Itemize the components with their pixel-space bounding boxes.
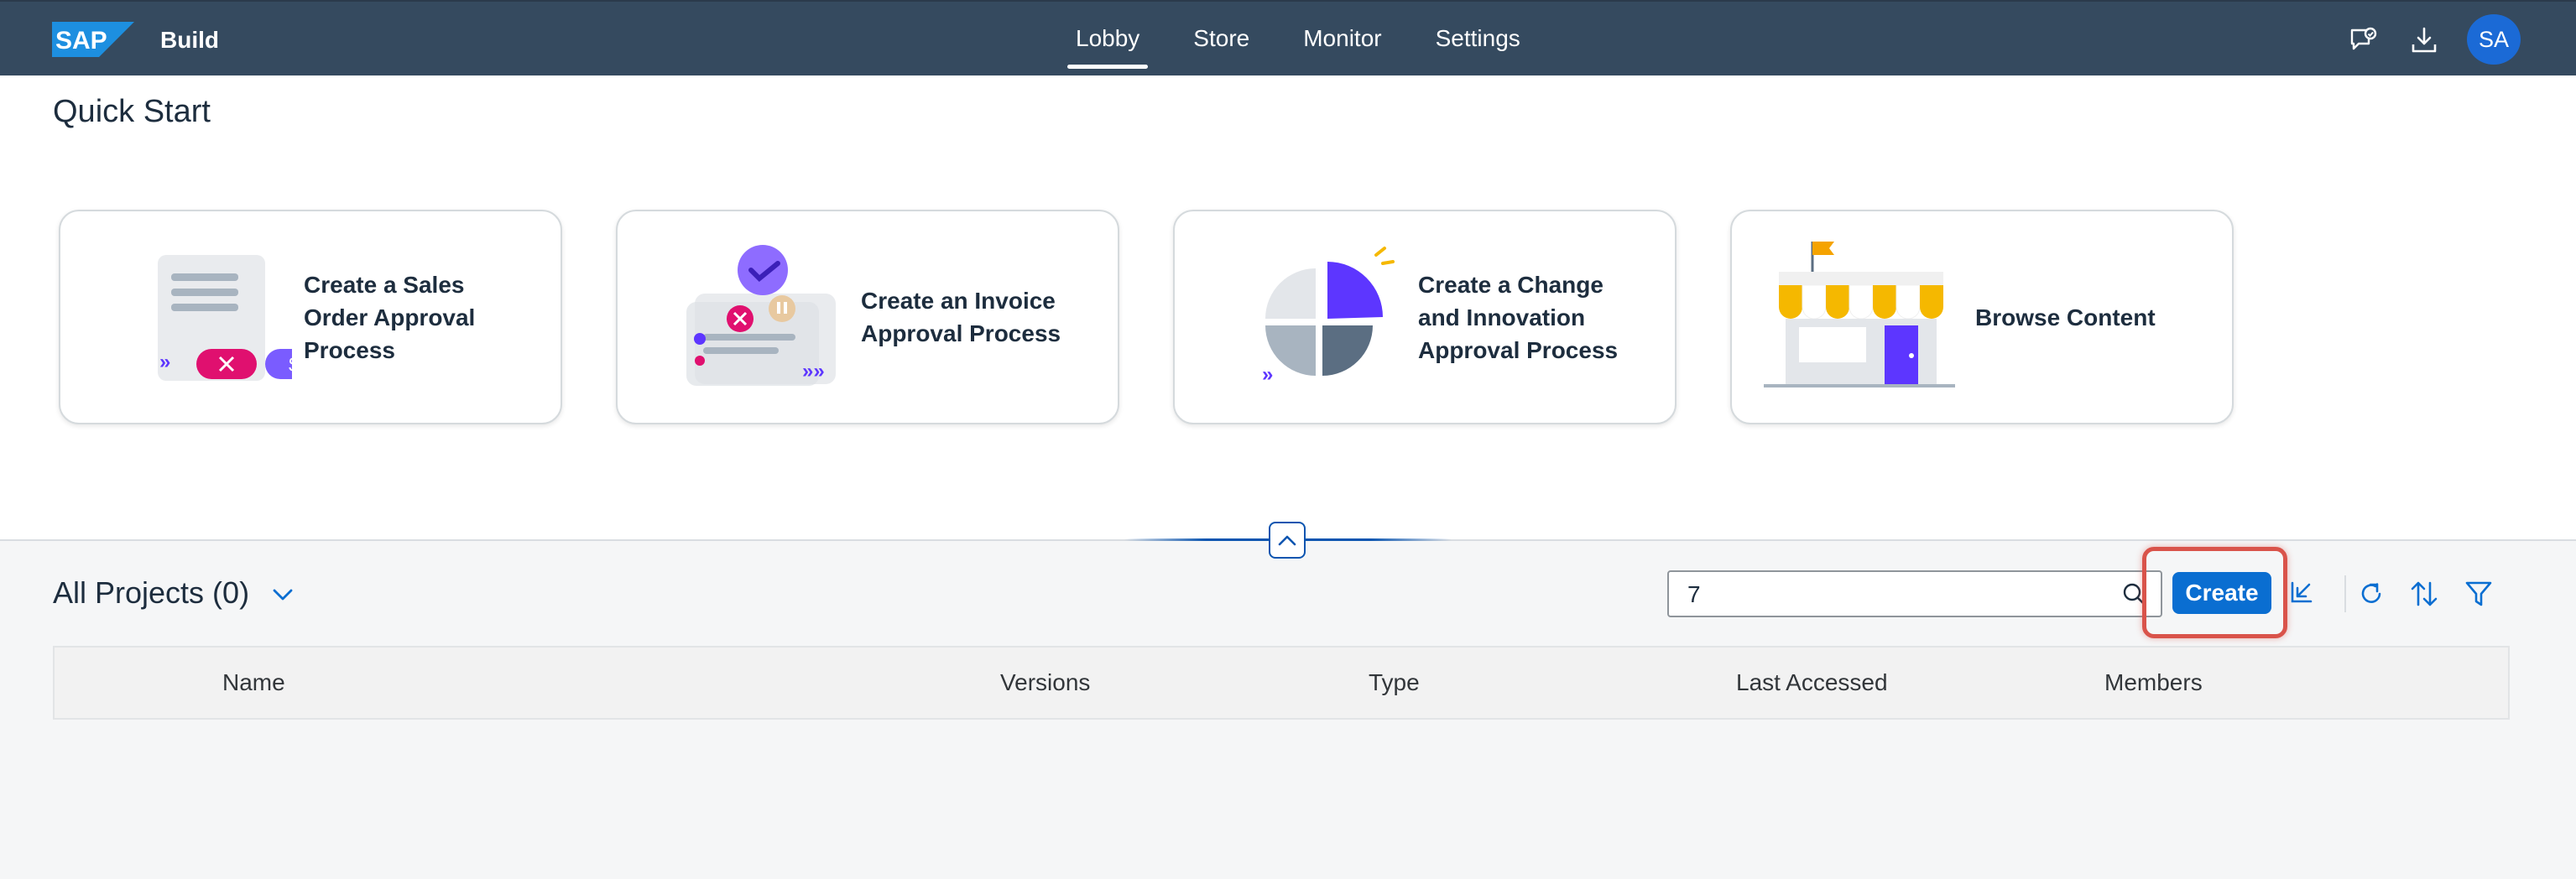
projects-title: All Projects (0) — [53, 575, 250, 610]
user-avatar[interactable]: SA — [2467, 14, 2521, 65]
tab-monitor[interactable]: Monitor — [1276, 2, 1408, 75]
projects-view-dropdown[interactable] — [269, 580, 297, 609]
quick-start-section: Quick Start » $ Create a Sales Order App… — [0, 75, 2576, 539]
column-header-members[interactable]: Members — [2104, 648, 2203, 718]
svg-text:»: » — [159, 351, 170, 373]
card-label: Browse Content — [1975, 304, 2156, 330]
import-icon — [2291, 581, 2313, 603]
refresh-button[interactable] — [2354, 577, 2388, 611]
download-button[interactable] — [2407, 23, 2441, 57]
projects-table-header: Name Versions Type Last Accessed Members — [53, 646, 2510, 720]
change-innovation-illustration: » — [1262, 247, 1395, 386]
sort-icon — [2411, 581, 2438, 606]
feedback-icon — [2350, 27, 2377, 50]
search-field[interactable] — [1667, 570, 2162, 617]
search-input[interactable] — [1669, 572, 2125, 617]
svg-text:SAP: SAP — [55, 27, 107, 55]
chevron-down-icon — [273, 589, 293, 601]
card-label: Create a Sales Order Approval Process — [304, 271, 476, 363]
svg-text:$: $ — [289, 354, 292, 377]
refresh-icon — [2361, 583, 2381, 603]
tab-settings[interactable]: Settings — [1409, 2, 1547, 75]
store-illustration — [1764, 242, 1955, 387]
product-name: Build — [160, 27, 219, 53]
collapse-quick-start-button[interactable] — [1269, 522, 1306, 559]
toolbar-separator — [2344, 575, 2346, 612]
sap-logo[interactable]: SAP — [52, 22, 134, 57]
card-label: Create an Invoice Approval Process — [861, 288, 1061, 346]
card-browse-content[interactable]: Browse Content — [1730, 210, 2234, 424]
invoice-illustration: »» — [686, 245, 836, 386]
column-header-versions[interactable]: Versions — [1000, 648, 1090, 718]
shell-bar: SAP Build Lobby Store Monitor Settings S… — [0, 0, 2576, 75]
tab-store[interactable]: Store — [1166, 2, 1276, 75]
column-header-type[interactable]: Type — [1369, 648, 1420, 718]
card-sales-order-approval[interactable]: » $ Create a Sales Order Approval Proces… — [59, 210, 562, 424]
main-nav: Lobby Store Monitor Settings — [1049, 2, 1547, 75]
filter-button[interactable] — [2462, 577, 2495, 611]
filter-icon — [2465, 581, 2492, 606]
card-invoice-approval[interactable]: »» Create an Invoice Approval Process — [616, 210, 1119, 424]
sales-order-illustration: » $ — [158, 255, 292, 381]
column-header-name[interactable]: Name — [222, 648, 285, 718]
svg-text:»»: »» — [802, 360, 825, 382]
feedback-button[interactable] — [2347, 23, 2380, 57]
column-header-last-accessed[interactable]: Last Accessed — [1736, 648, 1888, 718]
sort-button[interactable] — [2407, 577, 2441, 611]
quick-start-title: Quick Start — [53, 94, 211, 129]
import-button[interactable] — [2283, 577, 2317, 611]
download-icon — [2412, 27, 2437, 53]
chevron-up-icon — [1278, 535, 1296, 546]
card-label: Create a Change and Innovation Approval … — [1418, 271, 1619, 363]
create-project-button[interactable]: Create — [2172, 572, 2271, 614]
tab-lobby[interactable]: Lobby — [1049, 2, 1166, 75]
card-change-innovation-approval[interactable]: » Create a Change and Innovation Approva… — [1173, 210, 1676, 424]
svg-text:»: » — [1262, 363, 1273, 386]
